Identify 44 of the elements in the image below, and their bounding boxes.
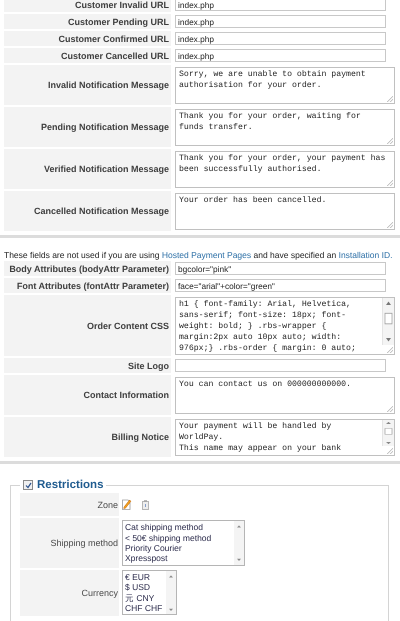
field-label: Customer Invalid URL <box>4 0 171 12</box>
list-option[interactable]: $ USD <box>125 582 164 593</box>
list-option[interactable]: < 50€ shipping method <box>125 532 232 543</box>
field-label: Customer Pending URL <box>4 14 171 29</box>
text-area[interactable]: h1 { font-family: Arial, Helvetica, sans-serif; font-size: 18px; font-weight: bold; } .rbs-wrapper { margin:2px auto 10px auto; width: 976px;} .rbs-order { margin: 0 auto; <box>175 296 395 354</box>
help-link[interactable]: Hosted Payment Pages <box>162 250 252 260</box>
field-label: Zone <box>20 493 119 516</box>
field-label: Billing Notice <box>4 417 171 457</box>
field-label: Customer Cancelled URL <box>4 48 171 63</box>
list-option[interactable]: Priority Courier <box>125 543 232 554</box>
text-field[interactable]: index.php <box>175 0 386 11</box>
text-area[interactable]: You can contact us on 000000000000. <box>175 376 395 414</box>
list-box[interactable]: € EUR $ USD 元 CNY CHF CHF <box>122 570 177 616</box>
field-label: Body Attributes (bodyAttr Parameter) <box>4 261 171 276</box>
text-area[interactable]: Thank you for your order, waiting for funds transfer. <box>175 108 395 146</box>
text-area[interactable]: Your order has been cancelled. <box>175 192 395 230</box>
text-area[interactable]: Thank you for your order, your payment has been successfully authorised. <box>175 150 395 188</box>
help-link[interactable]: Installation ID. <box>338 250 392 260</box>
text-field[interactable]: index.php <box>175 49 386 62</box>
list-option[interactable]: 元 CNY <box>125 592 164 603</box>
field-label: Shipping method <box>20 518 119 568</box>
list-option[interactable]: € EUR <box>125 572 164 582</box>
field-label: Currency <box>20 570 119 616</box>
field-label: Font Attributes (fontAttr Parameter) <box>4 278 171 293</box>
field-label: Order Content CSS <box>4 295 171 356</box>
field-label: Contact Information <box>4 375 171 415</box>
text-field[interactable]: index.php <box>175 15 386 28</box>
list-box[interactable]: Cat shipping method < 50€ shipping method Priority Courier Xpresspost <box>122 520 245 566</box>
text-area[interactable]: Your payment will be handled by WorldPay. This name may appear on your bank <box>175 418 395 456</box>
section-title: Restrictions <box>37 479 104 491</box>
field-label: Verified Notification Message <box>4 149 171 189</box>
text-field[interactable]: face="arial"+color="green" <box>175 279 386 292</box>
text-field[interactable]: bgcolor="pink" <box>175 262 386 275</box>
field-label: Customer Confirmed URL <box>4 31 171 46</box>
info-text: These fields are not used if you are using Hosted Payment Pages and have specified an Installation ID. <box>4 250 394 260</box>
text-area[interactable]: Sorry, we are unable to obtain payment authorisation for your order. <box>175 66 395 104</box>
list-option[interactable]: CHF CHF <box>125 602 164 614</box>
list-option[interactable]: Xpresspost <box>125 553 232 564</box>
field-label: Invalid Notification Message <box>4 65 171 105</box>
text-field[interactable]: index.php <box>175 32 386 45</box>
field-label: Site Logo <box>4 358 171 373</box>
list-option[interactable]: Cat shipping method <box>125 522 232 533</box>
field-label: Pending Notification Message <box>4 107 171 147</box>
field-label: Cancelled Notification Message <box>4 191 171 231</box>
